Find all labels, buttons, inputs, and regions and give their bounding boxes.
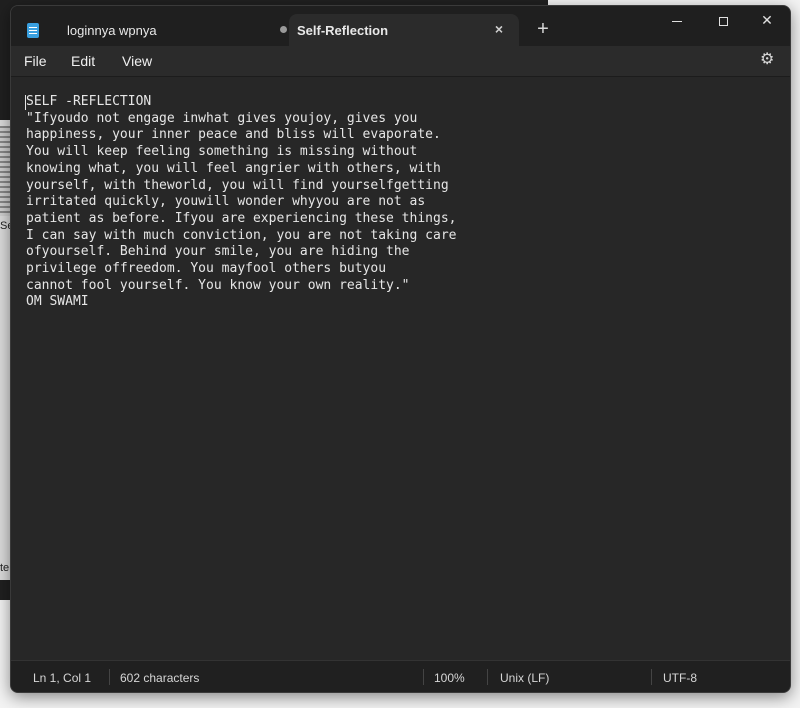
document-text[interactable]: SELF -REFLECTION "Ifyoudo not engage inw… [26,94,456,311]
status-bar: Ln 1, Col 1 602 characters 100% Unix (LF… [11,660,790,692]
text-editor[interactable]: SELF -REFLECTION "Ifyoudo not engage inw… [11,76,790,660]
line-ending[interactable]: Unix (LF) [500,671,549,685]
minimize-icon [672,20,682,22]
zoom-level[interactable]: 100% [434,671,465,685]
title-bar: loginnya wpnya Self-Reflection × + ✕ [11,6,790,46]
maximize-button[interactable] [700,6,746,38]
menu-bar: File Edit View ⚙ [11,46,790,76]
settings-gear-icon[interactable]: ⚙ [760,52,776,68]
tab-label: loginnya wpnya [67,22,157,38]
background-text-2: te [0,562,10,574]
menu-view[interactable]: View [122,53,152,69]
notepad-window: loginnya wpnya Self-Reflection × + ✕ Fil… [10,5,791,693]
tab-self-reflection[interactable]: Self-Reflection × [289,14,519,46]
close-window-button[interactable]: ✕ [744,6,790,38]
character-count: 602 characters [120,671,200,685]
status-separator [109,669,110,685]
close-tab-icon[interactable]: × [489,19,509,39]
cursor-position: Ln 1, Col 1 [33,671,92,685]
status-separator [487,669,488,685]
unsaved-dot-icon [280,26,287,33]
menu-file[interactable]: File [24,53,47,69]
tab-label: Self-Reflection [297,22,389,38]
tab-loginnya[interactable]: loginnya wpnya [15,14,287,46]
new-tab-button[interactable]: + [531,18,555,42]
status-separator [651,669,652,685]
menu-edit[interactable]: Edit [71,53,95,69]
status-separator [423,669,424,685]
encoding[interactable]: UTF-8 [663,671,697,685]
maximize-icon [718,16,728,26]
minimize-button[interactable] [654,6,700,38]
notepad-icon [27,22,39,38]
